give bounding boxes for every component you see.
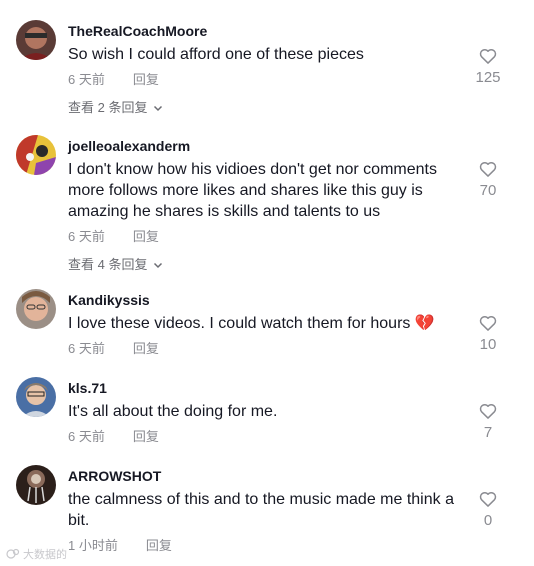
reply-button[interactable]: 回复 xyxy=(146,537,172,555)
heart-outline-icon xyxy=(479,491,497,507)
comment-time: 1 小时前 xyxy=(68,538,118,553)
heart-outline-icon xyxy=(479,403,497,419)
like-button[interactable]: 70 xyxy=(470,159,506,201)
avatar[interactable] xyxy=(16,20,56,60)
like-count: 10 xyxy=(479,336,497,353)
like-button[interactable]: 125 xyxy=(470,46,506,88)
view-replies-label: 查看 4 条回复 xyxy=(68,257,148,272)
comment-text-content: I love these videos. I could watch them … xyxy=(68,315,411,332)
reply-button[interactable]: 回复 xyxy=(133,428,159,446)
like-button[interactable]: 7 xyxy=(470,401,506,443)
reply-button[interactable]: 回复 xyxy=(133,228,159,246)
comment-text: the calmness of this and to the music ma… xyxy=(68,491,454,529)
avatar[interactable] xyxy=(16,377,56,417)
comment-time: 6 天前 xyxy=(68,429,105,444)
like-count: 7 xyxy=(483,424,493,441)
reply-button[interactable]: 回复 xyxy=(133,71,159,89)
comment-text: I love these videos. I could watch them … xyxy=(68,313,468,334)
like-count: 125 xyxy=(475,69,501,86)
watermark-text: 大数据的 xyxy=(23,549,67,561)
watermark-logo-icon xyxy=(6,548,20,559)
comment-username[interactable]: kls.71 xyxy=(68,379,468,397)
heart-outline-icon xyxy=(479,161,497,177)
heart-outline-icon xyxy=(479,48,497,64)
like-count: 70 xyxy=(479,182,497,199)
comment-text: I don't know how his vidioes don't get n… xyxy=(68,161,437,220)
chevron-down-icon xyxy=(154,105,163,112)
comment-username[interactable]: ARROWSHOT xyxy=(68,467,468,485)
comment-username[interactable]: TheRealCoachMoore xyxy=(68,22,468,40)
view-replies-button[interactable]: 查看 4 条回复 xyxy=(68,256,163,274)
watermark: 大数据的 xyxy=(6,546,67,562)
like-button[interactable]: 0 xyxy=(470,489,506,531)
comment-text: It's all about the doing for me. xyxy=(68,403,278,420)
broken-heart-emoji: 💔 xyxy=(414,315,435,332)
chevron-down-icon xyxy=(154,262,163,269)
comment-text: So wish I could afford one of these piec… xyxy=(68,46,364,63)
comment-time: 6 天前 xyxy=(68,341,105,356)
avatar[interactable] xyxy=(16,135,56,175)
comment-time: 6 天前 xyxy=(68,72,105,87)
view-replies-label: 查看 2 条回复 xyxy=(68,100,148,115)
comment-username[interactable]: Kandikyssis xyxy=(68,291,468,309)
like-count: 0 xyxy=(483,512,493,529)
comment-username[interactable]: joelleoalexanderm xyxy=(68,137,468,155)
reply-button[interactable]: 回复 xyxy=(133,340,159,358)
heart-outline-icon xyxy=(479,315,497,331)
like-button[interactable]: 10 xyxy=(470,313,506,355)
view-replies-button[interactable]: 查看 2 条回复 xyxy=(68,99,163,117)
avatar[interactable] xyxy=(16,465,56,505)
comment-time: 6 天前 xyxy=(68,229,105,244)
avatar[interactable] xyxy=(16,289,56,329)
